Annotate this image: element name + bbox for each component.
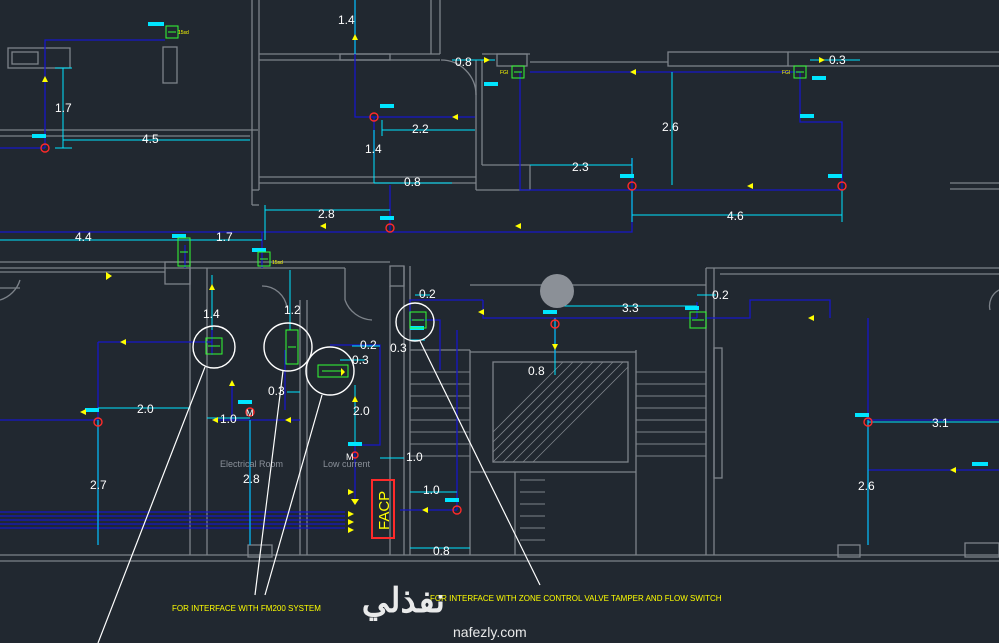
dim-label: 0.2 bbox=[712, 288, 729, 302]
interface-modules[interactable] bbox=[165, 25, 807, 378]
note-fm200: FOR INTERFACE WITH FM200 SYSTEM bbox=[172, 604, 321, 613]
arrow-icon bbox=[808, 315, 814, 321]
arrow-icon bbox=[320, 223, 326, 229]
arrow-icon bbox=[352, 396, 358, 402]
dim-label: 2.7 bbox=[90, 478, 107, 492]
arrow-icon bbox=[229, 380, 235, 386]
dim-label: 1.4 bbox=[338, 13, 355, 27]
room-label-electrical: Electrical Room bbox=[220, 459, 283, 469]
module-icon bbox=[257, 251, 271, 267]
svg-text:FGI: FGI bbox=[500, 70, 508, 76]
arrow-icon bbox=[478, 309, 484, 315]
arrow-icon bbox=[352, 34, 358, 40]
walls bbox=[0, 0, 999, 562]
arrow-icon bbox=[106, 272, 112, 280]
watermark: نفذلي nafezly.com bbox=[362, 582, 527, 640]
dim-label: 4.5 bbox=[142, 132, 159, 146]
arrow-icon bbox=[552, 344, 558, 350]
arrow-icon bbox=[819, 57, 825, 63]
dim-label: 0.2 bbox=[360, 338, 377, 352]
dim-label: 1.7 bbox=[216, 230, 233, 244]
dim-label: 1.0 bbox=[220, 412, 237, 426]
dim-label: 1.7 bbox=[55, 101, 72, 115]
dim-label: 4.6 bbox=[727, 209, 744, 223]
dim-label: 2.3 bbox=[572, 160, 589, 174]
facp-label: FACP bbox=[376, 491, 393, 530]
note-zone-control: FOR INTERFACE WITH ZONE CONTROL VALVE TA… bbox=[430, 594, 722, 603]
stair-hatch bbox=[492, 361, 629, 463]
dim-label: 1.4 bbox=[203, 307, 220, 321]
dim-label: 1.4 bbox=[365, 142, 382, 156]
dim-label: 0.8 bbox=[433, 544, 450, 558]
module-icon bbox=[205, 337, 223, 355]
dim-label: 2.0 bbox=[353, 404, 370, 418]
dim-label: 0.8 bbox=[404, 175, 421, 189]
dim-label: 0.3 bbox=[829, 53, 846, 67]
dim-label: 2.8 bbox=[318, 207, 335, 221]
fire-alarm-plan: 1.4 0.8 0.3 1.7 4.5 2.2 1.4 0.8 2.6 2.3 … bbox=[0, 0, 999, 643]
dim-label: 0.8 bbox=[528, 364, 545, 378]
module-icon bbox=[689, 311, 707, 329]
dim-label: 0.8 bbox=[455, 55, 472, 69]
dim-label: 0.3 bbox=[268, 384, 285, 398]
watermark-url: nafezly.com bbox=[453, 624, 527, 640]
arrow-icon bbox=[348, 489, 354, 495]
module-icon bbox=[285, 329, 299, 365]
arrow-icon bbox=[630, 69, 636, 75]
dim-label: 0.3 bbox=[390, 341, 407, 355]
arrow-icon bbox=[120, 339, 126, 345]
dim-label: 3.1 bbox=[932, 416, 949, 430]
svg-text:M: M bbox=[346, 452, 354, 462]
dim-label: 2.6 bbox=[858, 479, 875, 493]
arrow-icon bbox=[209, 284, 215, 290]
svg-text:15sd: 15sd bbox=[178, 30, 189, 36]
arrow-icon bbox=[452, 114, 458, 120]
dim-label: 2.0 bbox=[137, 402, 154, 416]
svg-text:M: M bbox=[246, 408, 254, 418]
dim-label: 4.4 bbox=[75, 230, 92, 244]
svg-text:15sd: 15sd bbox=[272, 260, 283, 266]
arrow-icon bbox=[515, 223, 521, 229]
dim-label: 2.8 bbox=[243, 472, 260, 486]
dim-label: 2.6 bbox=[662, 120, 679, 134]
facp-panel[interactable]: FACP bbox=[371, 479, 395, 539]
dim-label: 1.0 bbox=[406, 450, 423, 464]
module-icon bbox=[409, 311, 427, 329]
svg-text:FGI: FGI bbox=[782, 70, 790, 76]
arrow-icon bbox=[747, 183, 753, 189]
module-icon bbox=[511, 65, 525, 79]
dim-label: 0.3 bbox=[352, 353, 369, 367]
arrow-icon bbox=[348, 511, 354, 517]
dim-label: 0.2 bbox=[419, 287, 436, 301]
arrow-icon bbox=[348, 519, 354, 525]
arrow-icon bbox=[42, 76, 48, 82]
dim-label: 2.2 bbox=[412, 122, 429, 136]
arrow-icon bbox=[80, 409, 86, 415]
arrow-icon bbox=[285, 417, 291, 423]
module-icon bbox=[165, 25, 179, 39]
arrow-icon bbox=[950, 467, 956, 473]
dim-label: 1.0 bbox=[423, 483, 440, 497]
arrow-icon bbox=[422, 507, 428, 513]
column-marker bbox=[540, 274, 574, 308]
arrow-icon bbox=[348, 527, 354, 533]
arrow-icon bbox=[484, 57, 490, 63]
dim-label: 1.2 bbox=[284, 303, 301, 317]
watermark-arabic: نفذلي bbox=[362, 582, 445, 621]
arrow-icon bbox=[351, 499, 359, 505]
arrow-icon bbox=[341, 368, 345, 376]
dim-label: 3.3 bbox=[622, 301, 639, 315]
